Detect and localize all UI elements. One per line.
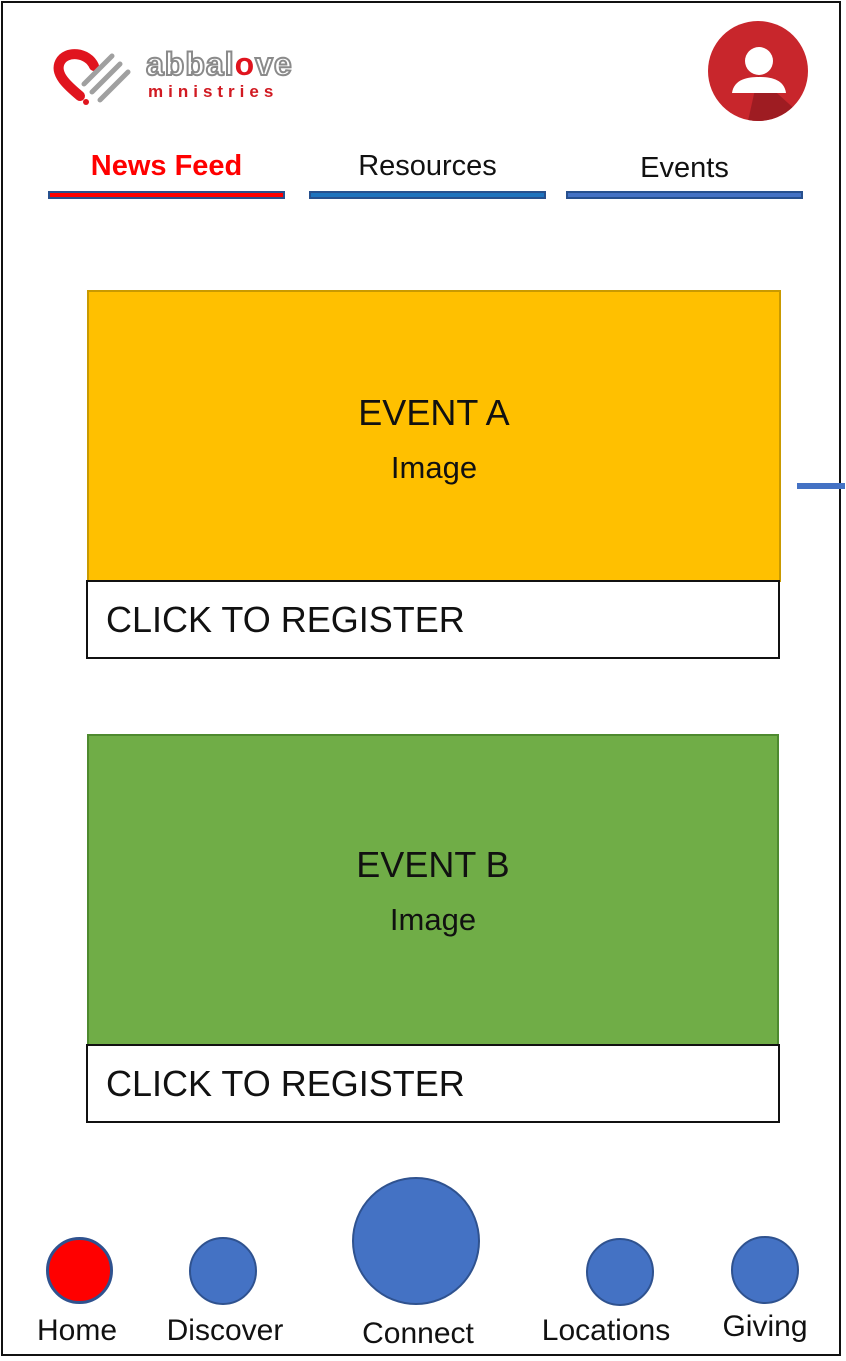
nav-giving-icon[interactable]	[731, 1236, 799, 1304]
nav-home-label[interactable]: Home	[0, 1314, 157, 1348]
user-icon	[732, 47, 808, 121]
tab-resources[interactable]: Resources	[309, 145, 546, 199]
register-button-event-b[interactable]: CLICK TO REGISTER	[86, 1044, 780, 1123]
nav-home-icon[interactable]	[46, 1237, 113, 1304]
event-image-label: Image	[390, 450, 478, 485]
nav-giving-label[interactable]: Giving	[685, 1310, 845, 1344]
connector-line	[797, 483, 845, 489]
tab-label: News Feed	[90, 150, 243, 182]
logo-wordmark: abbalove	[145, 45, 293, 83]
tab-news-feed[interactable]: News Feed	[48, 145, 285, 199]
event-b-image[interactable]: EVENT B Image	[87, 734, 779, 1046]
profile-avatar[interactable]	[708, 21, 808, 121]
register-button-event-a[interactable]: CLICK TO REGISTER	[86, 580, 780, 659]
heart-hand-icon	[53, 49, 131, 105]
tab-underline	[566, 191, 803, 199]
tab-underline	[48, 191, 285, 199]
phone-frame	[1, 1, 841, 1356]
tab-underline	[309, 191, 546, 199]
event-title: EVENT A	[358, 392, 510, 433]
event-title: EVENT B	[356, 844, 510, 885]
tab-label: Resources	[358, 150, 497, 182]
event-image-label: Image	[389, 902, 477, 937]
logo-subtitle: ministries	[148, 82, 279, 101]
nav-connect-label[interactable]: Connect	[338, 1317, 498, 1351]
event-a-image[interactable]: EVENT A Image	[87, 290, 781, 582]
abbalove-logo: abbalove ministries	[50, 40, 300, 110]
nav-locations-icon[interactable]	[586, 1238, 654, 1306]
tab-events[interactable]: Events	[566, 145, 803, 199]
nav-discover-icon[interactable]	[189, 1237, 257, 1305]
tab-label: Events	[640, 152, 729, 184]
nav-locations-label[interactable]: Locations	[526, 1314, 686, 1348]
nav-connect-icon[interactable]	[352, 1177, 480, 1305]
nav-discover-label[interactable]: Discover	[145, 1314, 305, 1348]
